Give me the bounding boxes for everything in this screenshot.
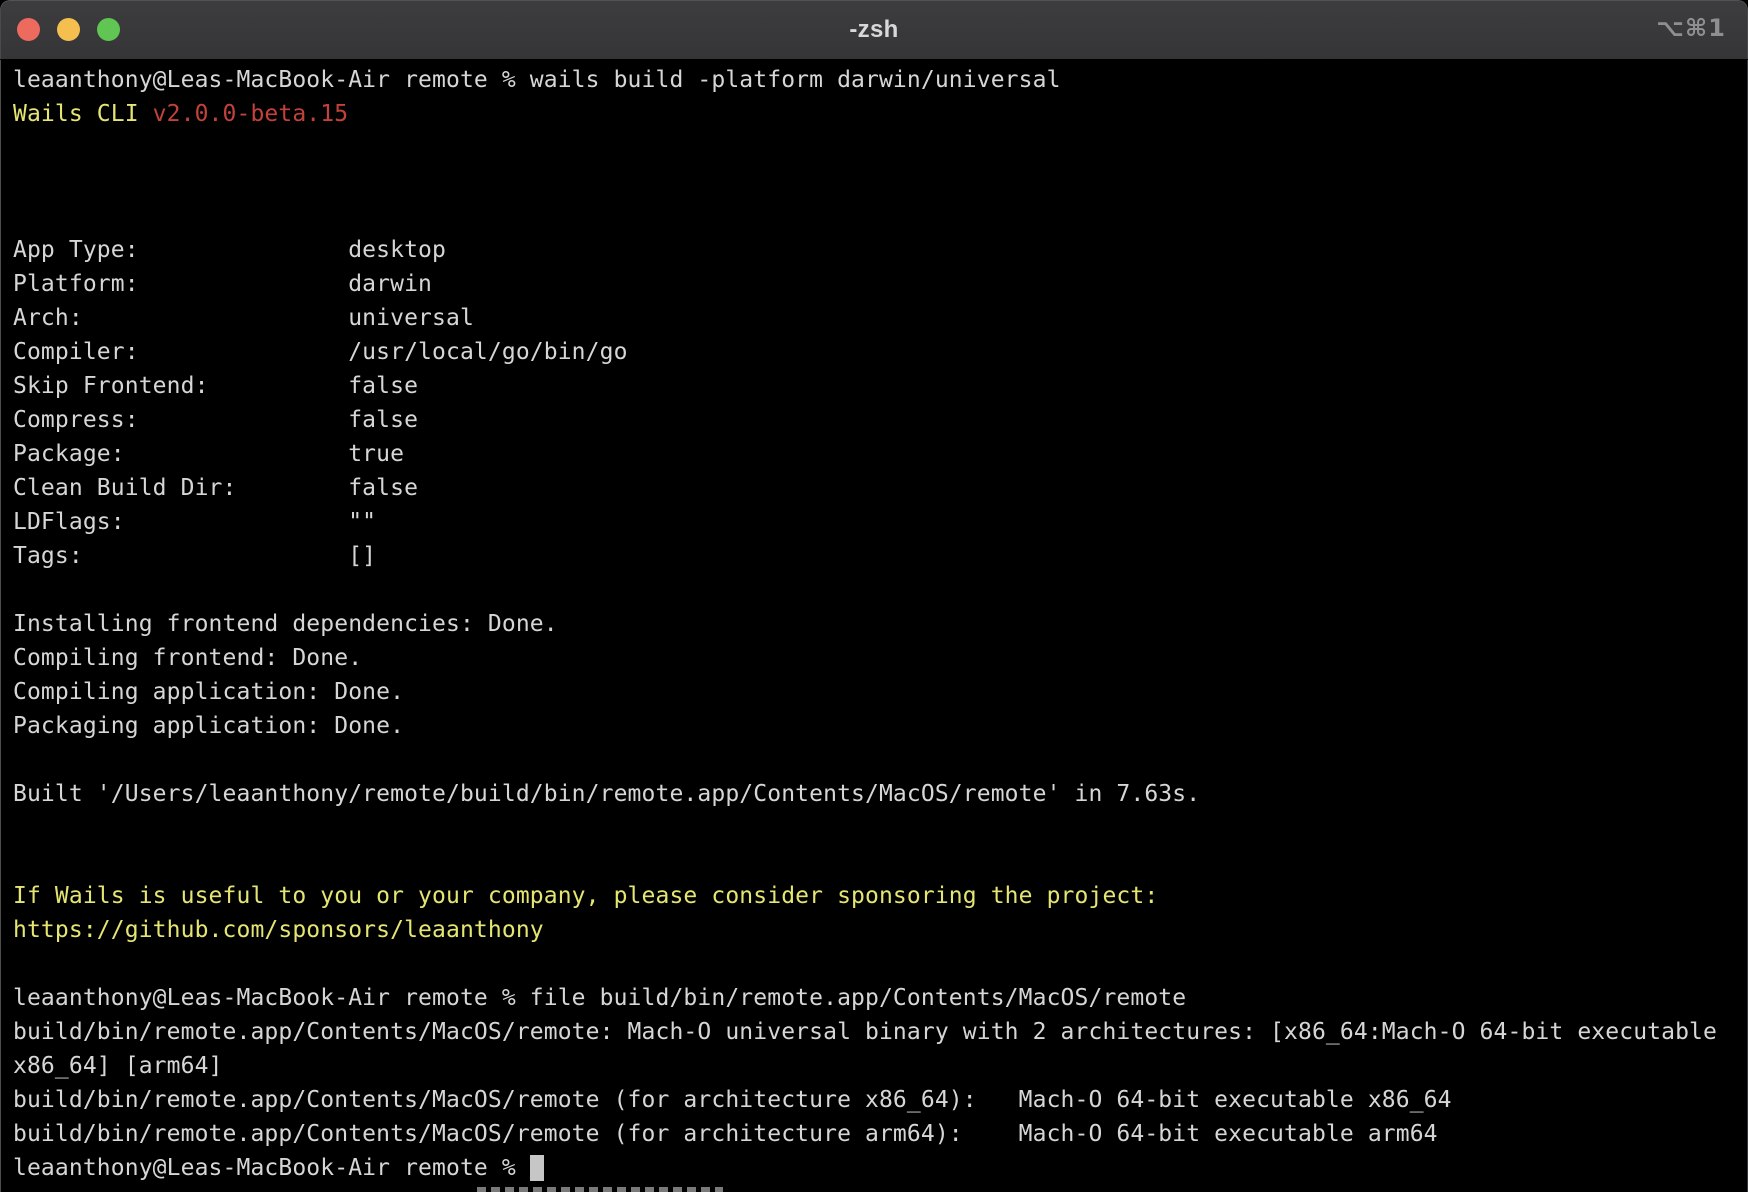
terminal-line (13, 199, 1748, 233)
terminal-line (13, 947, 1748, 981)
terminal-window: -zsh ⌥⌘1 leaanthony@Leas-MacBook-Air rem… (0, 0, 1748, 1192)
terminal-cursor (530, 1155, 544, 1181)
titlebar[interactable]: -zsh ⌥⌘1 (0, 0, 1748, 60)
zoom-button[interactable] (97, 18, 120, 41)
terminal-line: leaanthony@Leas-MacBook-Air remote % wai… (13, 63, 1748, 97)
terminal-line: Compress: false (13, 403, 1748, 437)
terminal-line (13, 165, 1748, 199)
terminal-line: Platform: darwin (13, 267, 1748, 301)
terminal-line: Package: true (13, 437, 1748, 471)
terminal-line (13, 811, 1748, 845)
terminal-line (13, 573, 1748, 607)
terminal-line: Built '/Users/leaanthony/remote/build/bi… (13, 777, 1748, 811)
terminal-line: App Type: desktop (13, 233, 1748, 267)
traffic-lights (17, 18, 120, 41)
terminal-line: Compiling application: Done. (13, 675, 1748, 709)
terminal-line: Skip Frontend: false (13, 369, 1748, 403)
minimize-button[interactable] (57, 18, 80, 41)
clipped-line-fragment (477, 1187, 723, 1192)
terminal-line: build/bin/remote.app/Contents/MacOS/remo… (13, 1083, 1748, 1117)
terminal-line: build/bin/remote.app/Contents/MacOS/remo… (13, 1117, 1748, 1151)
terminal-line: If Wails is useful to you or your compan… (13, 879, 1748, 913)
terminal-line: LDFlags: "" (13, 505, 1748, 539)
close-button[interactable] (17, 18, 40, 41)
terminal-line: build/bin/remote.app/Contents/MacOS/remo… (13, 1015, 1748, 1049)
terminal-line (13, 845, 1748, 879)
terminal-line: https://github.com/sponsors/leaanthony (13, 913, 1748, 947)
terminal-line (13, 743, 1748, 777)
window-title: -zsh (849, 16, 898, 44)
terminal-line: Packaging application: Done. (13, 709, 1748, 743)
terminal-line: Installing frontend dependencies: Done. (13, 607, 1748, 641)
terminal-line: leaanthony@Leas-MacBook-Air remote % (13, 1151, 1748, 1185)
terminal-line: x86_64] [arm64] (13, 1049, 1748, 1083)
terminal-line: Compiling frontend: Done. (13, 641, 1748, 675)
terminal-line: Arch: universal (13, 301, 1748, 335)
terminal-line: Tags: [] (13, 539, 1748, 573)
terminal-line: Wails CLI v2.0.0-beta.15 (13, 97, 1748, 131)
terminal-output[interactable]: leaanthony@Leas-MacBook-Air remote % wai… (0, 60, 1748, 1192)
terminal-line: Clean Build Dir: false (13, 471, 1748, 505)
terminal-line: Compiler: /usr/local/go/bin/go (13, 335, 1748, 369)
window-shortcut-badge: ⌥⌘1 (1656, 14, 1726, 42)
terminal-line: leaanthony@Leas-MacBook-Air remote % fil… (13, 981, 1748, 1015)
terminal-line (13, 131, 1748, 165)
